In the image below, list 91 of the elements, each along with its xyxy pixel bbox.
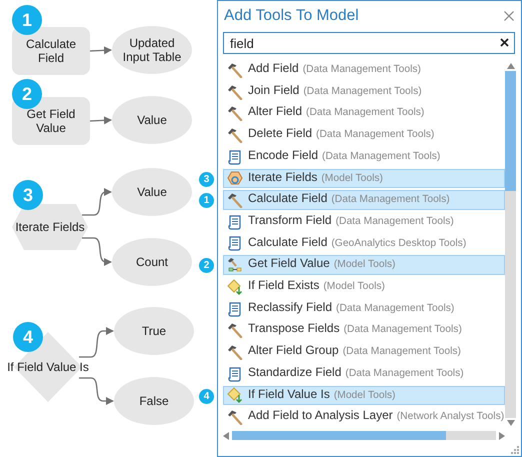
- tool-list-item[interactable]: Transpose Fields (Data Management Tools): [223, 320, 506, 340]
- horizontal-scrollbar[interactable]: [223, 430, 505, 441]
- diamond-icon: [227, 387, 243, 404]
- tool-name: Encode Field: [248, 148, 318, 162]
- step-badge: 2: [199, 258, 214, 274]
- tool-list-item[interactable]: Reclassify Field (Data Management Tools): [223, 298, 506, 318]
- diamond-icon: [227, 278, 243, 295]
- toolbox-name: (Data Management Tools): [302, 64, 421, 75]
- tool-name: If Field Exists: [248, 278, 320, 292]
- tool-name: Transpose Fields: [248, 321, 340, 336]
- tool-list-item[interactable]: Alter Field Group (Data Management Tools): [223, 342, 506, 362]
- toolbox-name: (Data Management Tools): [316, 129, 434, 140]
- resize-grip-icon[interactable]: [511, 446, 519, 454]
- script-icon: [227, 235, 243, 252]
- tool-name: Iterate Fields: [248, 170, 318, 184]
- hammer-icon: [227, 409, 243, 426]
- output-node: Value: [112, 96, 192, 144]
- tool-name: Reclassify Field: [248, 300, 332, 314]
- toolbox-name: (Model Tools): [321, 172, 383, 184]
- hammer-icon: [227, 192, 243, 208]
- toolbox-name: (Data Management Tools): [331, 194, 450, 206]
- tool-name: Calculate Field: [248, 191, 328, 206]
- tool-list-item[interactable]: Add Field to Analysis Layer (Network Analyst Tools): [223, 407, 506, 427]
- tool-name: Get Field Value: [248, 256, 330, 270]
- toolbox-name: (Model Tools): [334, 390, 396, 401]
- toolbox-name: (Data Management Tools): [336, 216, 454, 227]
- tool-list-item[interactable]: Alter Field (Data Management Tools): [223, 103, 506, 124]
- search-field[interactable]: field: [223, 32, 515, 54]
- close-icon[interactable]: [504, 11, 514, 21]
- hammer-icon: [227, 322, 243, 338]
- tool-list-item[interactable]: Add Field (Data Management Tools): [223, 60, 506, 80]
- step-badge: 1: [199, 193, 214, 208]
- tool-list-item[interactable]: If Field Exists (Model Tools): [223, 277, 506, 297]
- script-icon: [227, 148, 243, 165]
- output-node: Count: [112, 238, 192, 286]
- output-node: False: [114, 377, 194, 425]
- hammer-icon: [227, 105, 243, 122]
- connector-arrow: [79, 377, 114, 405]
- tool-name: Add Field: [248, 61, 299, 75]
- step-badge: 4: [13, 322, 43, 352]
- connector-arrow: [82, 188, 112, 216]
- script-icon: [227, 214, 243, 230]
- toolbox-name: (Data Management Tools): [345, 368, 464, 379]
- connector-arrow: [79, 327, 114, 358]
- script-icon: [227, 366, 243, 382]
- toolbox-name: (Model Tools): [334, 259, 396, 270]
- step-badge: 3: [13, 180, 43, 210]
- tool-list-item[interactable]: Join Field (Data Management Tools): [223, 82, 506, 102]
- hammer-icon: [227, 84, 243, 100]
- step-badge: 4: [199, 388, 214, 404]
- toolbox-name: (Data Management Tools): [336, 302, 454, 314]
- connector-arrow: [82, 237, 112, 266]
- tool-name: Alter Field Group: [248, 343, 339, 358]
- hexagon-icon: [227, 170, 243, 186]
- output-node: Value: [112, 168, 192, 216]
- output-node: Updated Input Table: [112, 26, 192, 74]
- hammer-icon: [227, 62, 243, 78]
- tool-name: Transform Field: [248, 212, 332, 227]
- panel-title: Add Tools To Model: [224, 7, 359, 25]
- tool-name: Add Field to Analysis Layer: [248, 408, 393, 422]
- hammer-icon: [227, 126, 243, 143]
- script-icon: [227, 300, 243, 317]
- toolbox-name: (Model Tools): [323, 281, 385, 292]
- clear-icon[interactable]: [500, 38, 509, 47]
- toolbox-name: (Data Management Tools): [342, 346, 461, 358]
- toolbox-name: (GeoAnalytics Desktop Tools): [331, 238, 466, 249]
- tool-name: Alter Field: [248, 104, 302, 118]
- tool-node: Iterate Fields: [12, 204, 88, 250]
- toolbox-name: (Data Management Tools): [303, 86, 422, 97]
- tool-name: Join Field: [248, 82, 300, 97]
- tool-node: Calculate Field: [12, 27, 90, 75]
- connector-arrow: [90, 116, 112, 124]
- output-node: True: [114, 307, 194, 355]
- hammer-icon: [227, 344, 243, 360]
- toolbox-name: (Data Management Tools): [344, 324, 462, 336]
- step-badge: 3: [199, 172, 214, 187]
- toolbox-name: (Data Management Tools): [306, 107, 424, 118]
- step-badge: 1: [12, 5, 42, 35]
- toolbox-name: (Network Analyst Tools): [396, 411, 504, 422]
- tool-list-item[interactable]: Calculate Field (GeoAnalytics Desktop Tools): [223, 234, 506, 254]
- tool-list-item[interactable]: Standardize Field (Data Management Tools): [223, 364, 506, 384]
- tool-list-item[interactable]: Encode Field (Data Management Tools): [223, 146, 506, 167]
- tool-list-item[interactable]: Transform Field (Data Management Tools): [223, 212, 506, 232]
- tool-list-item[interactable]: Delete Field (Data Management Tools): [223, 125, 506, 145]
- tool-name: Delete Field: [248, 126, 312, 140]
- tool-name: If Field Value Is: [248, 386, 330, 401]
- tool-name: Calculate Field: [248, 234, 328, 249]
- connector-arrow: [90, 46, 112, 54]
- hammer-icon: [227, 257, 243, 274]
- toolbox-name: (Data Management Tools): [322, 150, 440, 162]
- tool-name: Standardize Field: [248, 364, 342, 379]
